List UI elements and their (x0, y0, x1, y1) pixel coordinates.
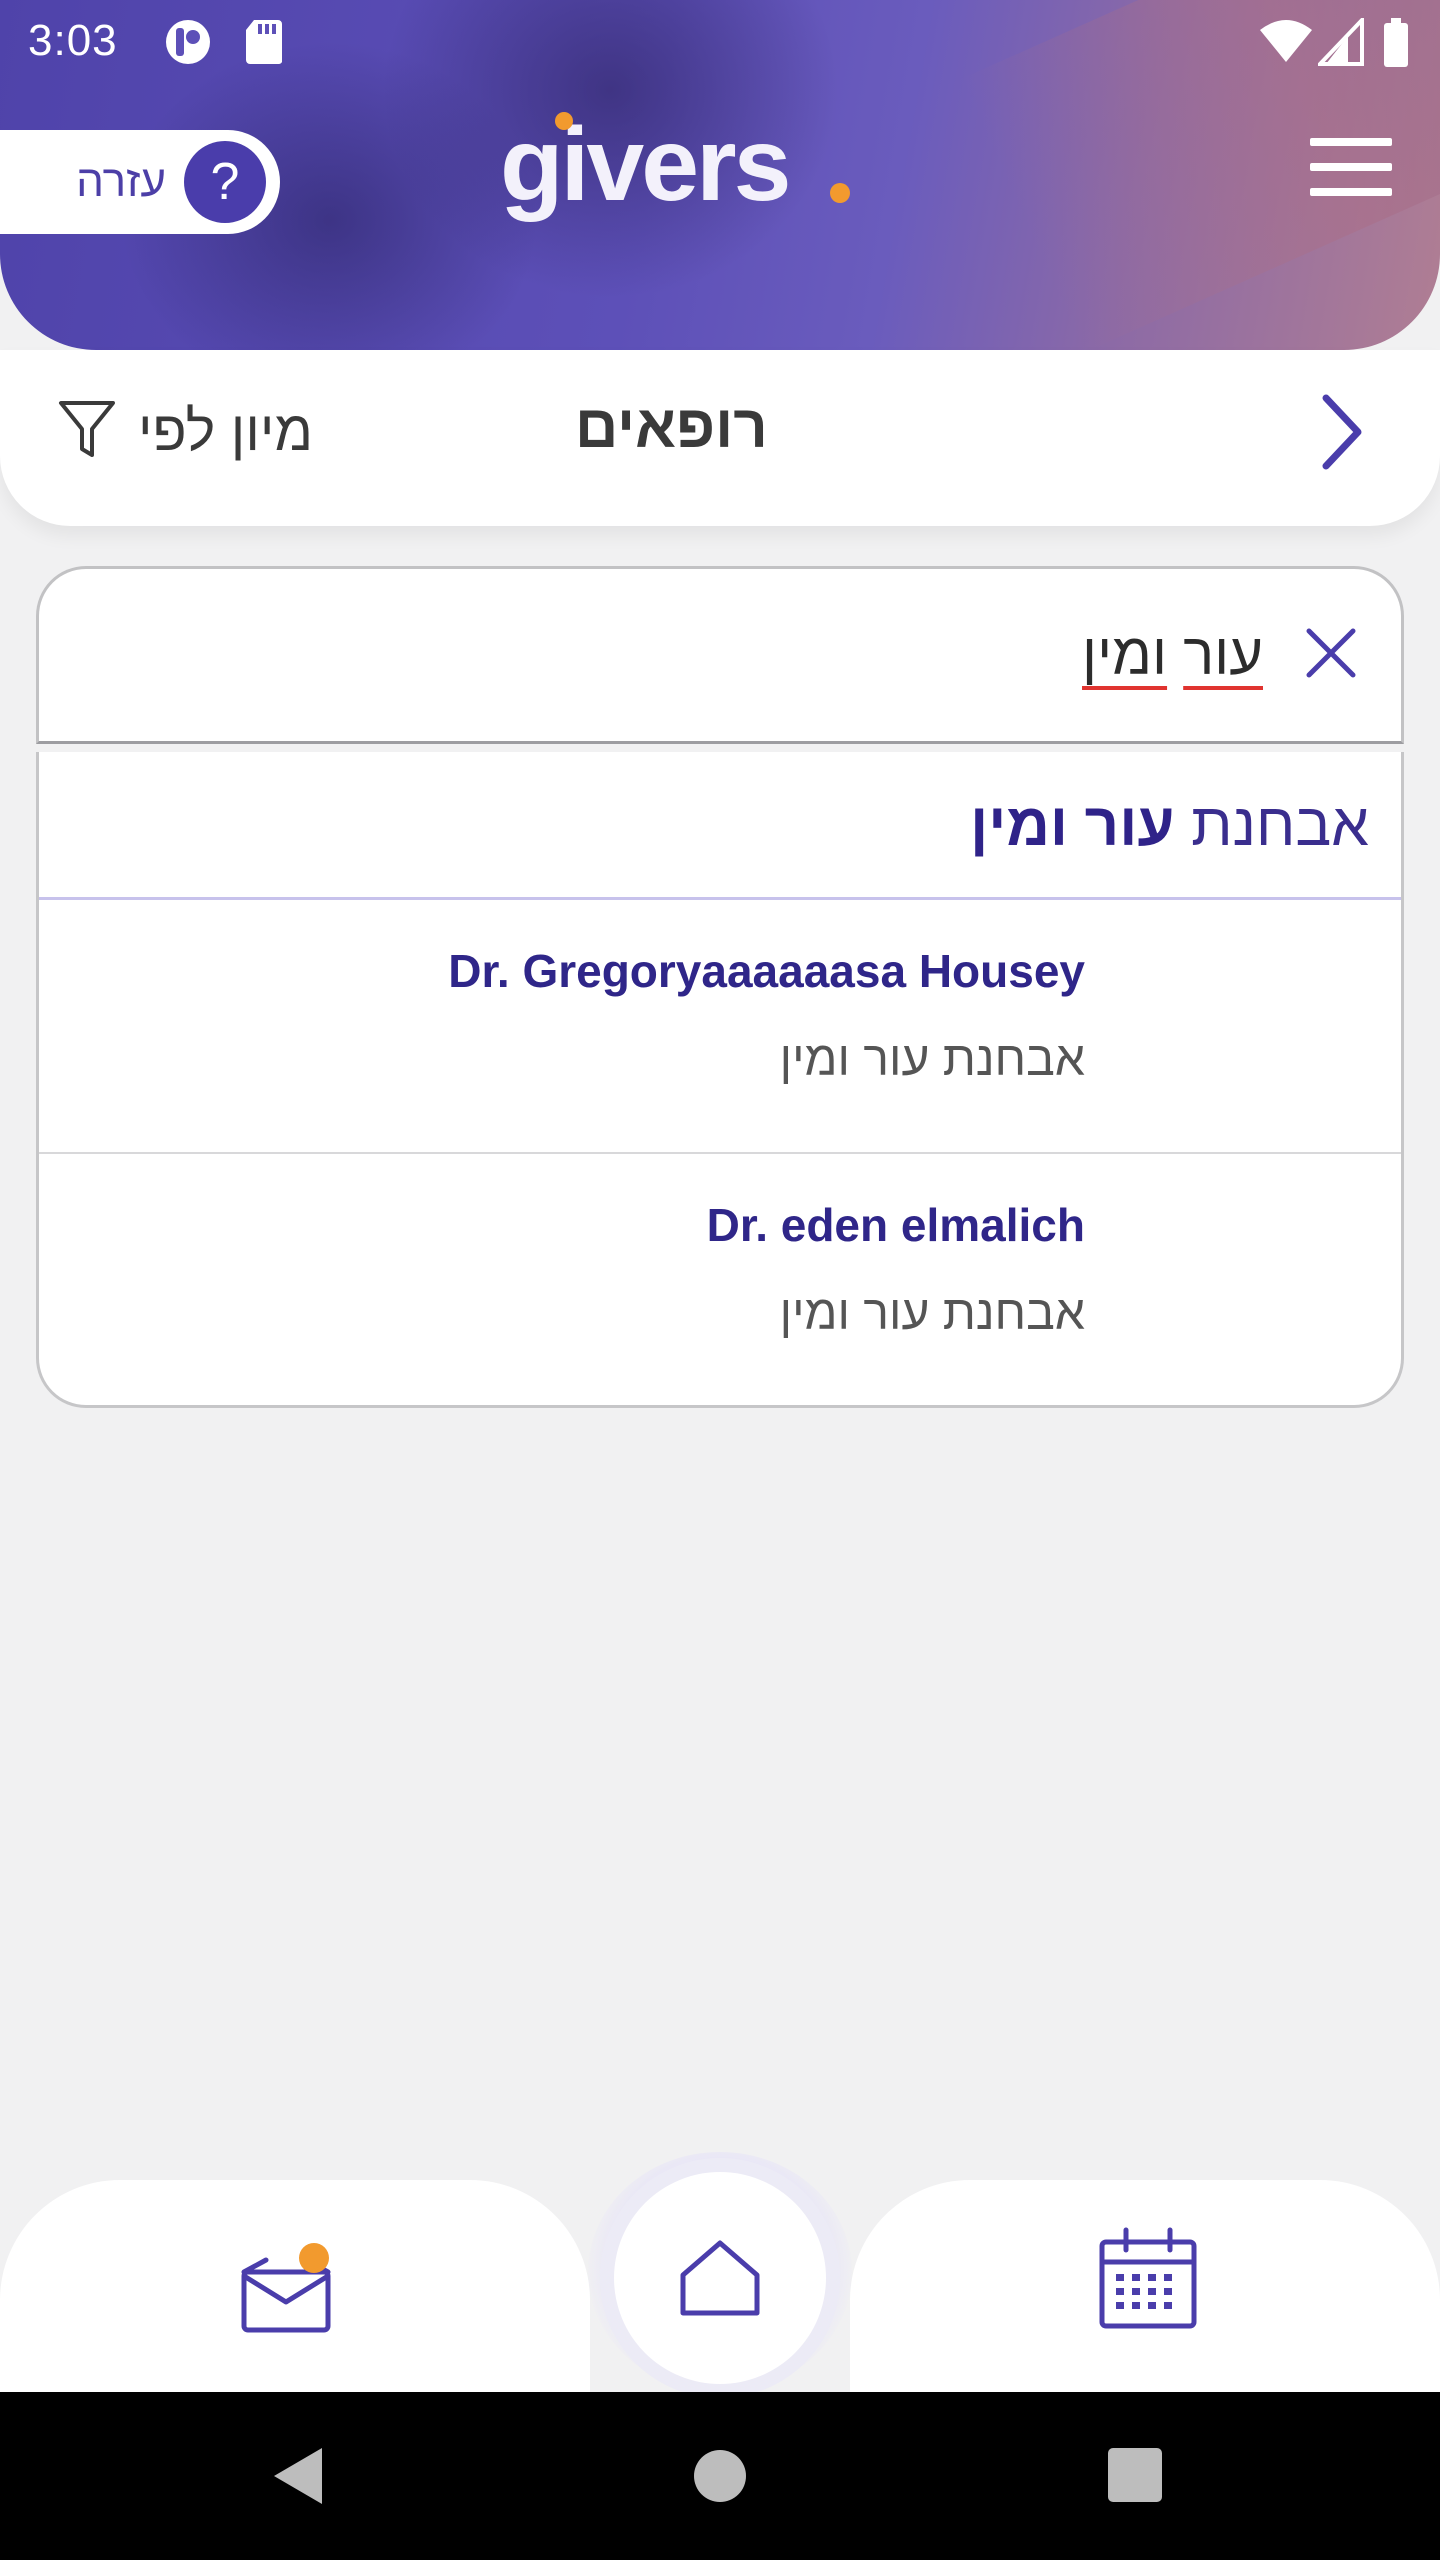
system-back-icon[interactable] (270, 2444, 326, 2508)
sort-button[interactable]: מיון לפי (58, 390, 313, 470)
search-word: ומין (1082, 622, 1168, 687)
mail-icon (241, 2243, 331, 2333)
doctor-result-item[interactable]: Dr. Gregoryaaaaaasa Housey אבחנת עור ומי… (39, 902, 1401, 1154)
category-result-label: אבחנת עור ומין (970, 790, 1369, 859)
search-value: עור ומין (1082, 621, 1263, 688)
search-results-list: אבחנת עור ומין Dr. Gregoryaaaaaasa House… (36, 752, 1404, 1408)
messages-button[interactable] (236, 2240, 336, 2340)
search-word: עור (1183, 622, 1263, 687)
logo-period-dot (830, 183, 850, 203)
category-prefix: אבחנת (1191, 791, 1369, 858)
app-notification-icon (166, 20, 210, 64)
system-recents-icon[interactable] (1108, 2448, 1162, 2502)
home-button[interactable] (614, 2172, 826, 2384)
question-icon: ? (184, 141, 266, 223)
hamburger-menu-icon[interactable] (1310, 138, 1392, 198)
doctor-name: Dr. Gregoryaaaaaasa Housey (448, 945, 1085, 997)
doctor-name: Dr. eden elmalich (706, 1199, 1085, 1251)
sd-card-icon (246, 20, 282, 65)
status-time: 3:03 (28, 16, 118, 65)
help-button[interactable]: עזרה ? (0, 130, 280, 234)
search-input[interactable]: עור ומין (36, 566, 1404, 744)
givers-logo: givers (500, 107, 791, 223)
doctor-specialty: אבחנת עור ומין (779, 1287, 1085, 1340)
system-navigation-bar (0, 2392, 1440, 2560)
calendar-icon (1099, 2227, 1197, 2329)
status-bar: 3:03 (0, 0, 1440, 84)
filter-funnel-icon (59, 401, 115, 457)
doctor-specialty: אבחנת עור ומין (779, 1033, 1085, 1086)
chevron-right-icon (1322, 394, 1362, 470)
close-x-icon (1306, 628, 1356, 678)
page-title: רופאים (575, 393, 768, 460)
back-button[interactable] (1312, 388, 1372, 478)
category-match: עור ומין (970, 791, 1175, 858)
bottom-navigation (0, 2152, 1440, 2392)
title-bar: מיון לפי רופאים (0, 350, 1440, 526)
wifi-icon (1260, 20, 1312, 62)
logo-i-dot (555, 112, 573, 130)
home-icon (680, 2240, 760, 2316)
calendar-button[interactable] (1096, 2226, 1200, 2332)
help-label: עזרה (76, 157, 166, 206)
sort-label: מיון לפי (138, 398, 313, 462)
clear-search-button[interactable] (1303, 625, 1359, 681)
system-home-icon[interactable] (694, 2450, 746, 2502)
notification-badge (299, 2243, 329, 2273)
battery-icon (1384, 18, 1408, 67)
category-result[interactable]: אבחנת עור ומין (39, 752, 1401, 900)
cell-signal-icon (1318, 18, 1364, 66)
doctor-result-item[interactable]: Dr. eden elmalich אבחנת עור ומין (39, 1156, 1401, 1405)
